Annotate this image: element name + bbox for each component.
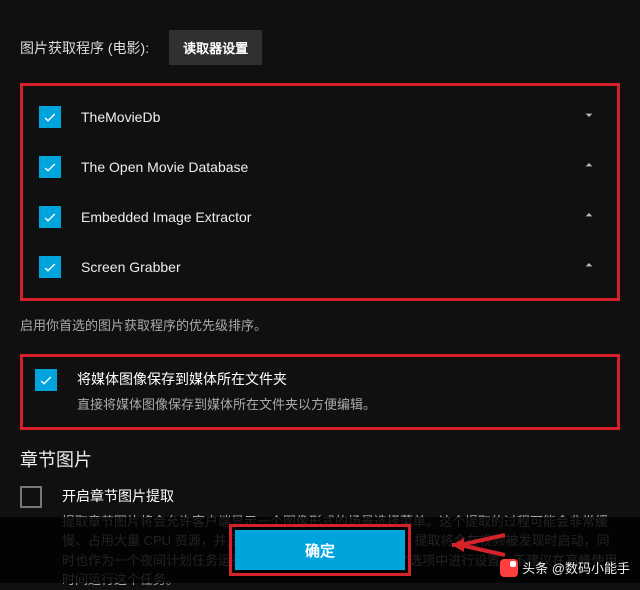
save-media-option[interactable]: 将媒体图像保存到媒体所在文件夹 直接将媒体图像保存到媒体所在文件夹以方便编辑。 bbox=[20, 354, 620, 430]
chapter-heading: 章节图片 bbox=[20, 446, 620, 472]
chapter-extract-title: 开启章节图片提取 bbox=[62, 486, 620, 506]
fetcher-name: The Open Movie Database bbox=[81, 159, 581, 175]
check-icon bbox=[42, 159, 58, 175]
check-icon bbox=[38, 372, 54, 388]
chevron-up-icon[interactable] bbox=[581, 207, 597, 228]
chevron-up-icon[interactable] bbox=[581, 157, 597, 178]
fetcher-item[interactable]: The Open Movie Database bbox=[23, 142, 617, 192]
fetcher-list: TheMovieDb The Open Movie Database Embedde… bbox=[20, 83, 620, 301]
save-media-title: 将媒体图像保存到媒体所在文件夹 bbox=[77, 369, 605, 389]
chevron-up-icon[interactable] bbox=[581, 257, 597, 278]
ok-button[interactable]: 确定 bbox=[235, 530, 405, 570]
fetcher-name: Embedded Image Extractor bbox=[81, 209, 581, 225]
check-icon bbox=[42, 209, 58, 225]
fetcher-checkbox[interactable] bbox=[39, 156, 61, 178]
fetcher-checkbox[interactable] bbox=[39, 106, 61, 128]
priority-hint: 启用你首选的图片获取程序的优先级排序。 bbox=[20, 315, 620, 334]
fetcher-item[interactable]: Embedded Image Extractor bbox=[23, 192, 617, 242]
watermark-logo-icon bbox=[500, 559, 518, 577]
fetcher-checkbox[interactable] bbox=[39, 256, 61, 278]
fetcher-item[interactable]: Screen Grabber bbox=[23, 242, 617, 292]
watermark-text: 头条 @数码小能手 bbox=[522, 558, 630, 577]
check-icon bbox=[42, 259, 58, 275]
fetcher-checkbox[interactable] bbox=[39, 206, 61, 228]
fetcher-item[interactable]: TheMovieDb bbox=[23, 92, 617, 142]
chevron-down-icon[interactable] bbox=[581, 107, 597, 128]
fetcher-name: TheMovieDb bbox=[81, 109, 581, 125]
chapter-extract-checkbox[interactable] bbox=[20, 486, 42, 508]
save-media-desc: 直接将媒体图像保存到媒体所在文件夹以方便编辑。 bbox=[77, 395, 605, 415]
fetcher-name: Screen Grabber bbox=[81, 259, 581, 275]
watermark: 头条 @数码小能手 bbox=[500, 558, 630, 577]
fetcher-label: 图片获取程序 (电影): bbox=[20, 38, 149, 58]
reader-settings-button[interactable]: 读取器设置 bbox=[169, 30, 262, 65]
save-media-checkbox[interactable] bbox=[35, 369, 57, 391]
check-icon bbox=[42, 109, 58, 125]
